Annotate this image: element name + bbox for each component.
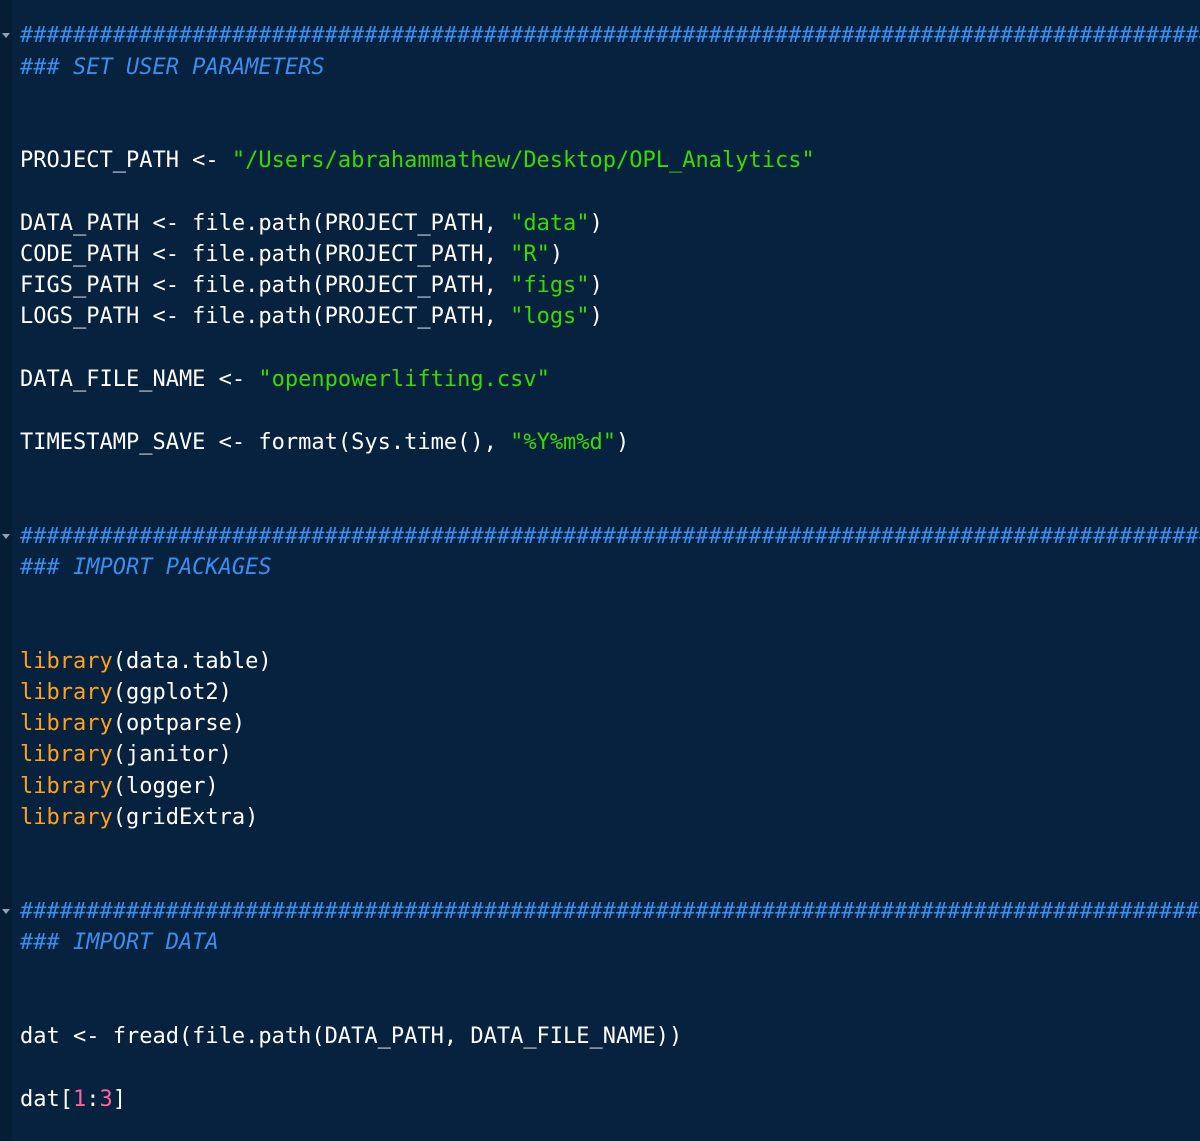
string-literal: "R" — [510, 242, 550, 267]
code-token: (optparse) — [112, 711, 246, 736]
code-token: ) — [589, 211, 603, 236]
section-divider: ########################################… — [20, 896, 1200, 927]
section-divider-text: ########################################… — [20, 899, 1200, 924]
library-data-table-line: library(data.table) — [20, 646, 272, 677]
logs-path-line: LOGS_PATH <- file.path(PROJECT_PATH, "lo… — [20, 301, 603, 332]
number-literal: 3 — [99, 1087, 113, 1112]
code-token: (data.table) — [112, 649, 272, 674]
function-keyword: library — [20, 680, 113, 705]
code-token: (janitor) — [112, 742, 232, 767]
function-keyword: library — [20, 774, 113, 799]
fold-arrow-icon[interactable] — [2, 534, 10, 539]
section-divider: ########################################… — [20, 20, 1200, 51]
code-path-line: CODE_PATH <- file.path(PROJECT_PATH, "R"… — [20, 239, 563, 270]
string-literal: "openpowerlifting.csv" — [258, 367, 550, 392]
function-keyword: library — [20, 649, 113, 674]
fold-arrow-icon[interactable] — [2, 909, 10, 914]
section-heading: ### IMPORT DATA — [20, 930, 219, 955]
code-token: : — [86, 1087, 100, 1112]
library-janitor-line: library(janitor) — [20, 739, 232, 770]
function-keyword: library — [20, 742, 113, 767]
code-token: (ggplot2) — [112, 680, 232, 705]
code-token: ) — [616, 430, 630, 455]
library-logger-line: library(logger) — [20, 771, 219, 802]
string-literal: "/Users/abrahammathew/Desktop/OPL_Analyt… — [231, 148, 815, 173]
number-literal: 1 — [72, 1087, 87, 1112]
data-path-line: DATA_PATH <- file.path(PROJECT_PATH, "da… — [20, 208, 603, 239]
code-token: (logger) — [112, 774, 219, 799]
library-ggplot2-line: library(ggplot2) — [20, 677, 232, 708]
code-token: LOGS_PATH <- file.path(PROJECT_PATH, — [20, 304, 511, 329]
string-literal: "logs" — [510, 304, 590, 329]
code-token: CODE_PATH <- file.path(PROJECT_PATH, — [20, 242, 511, 267]
code-token: DATA_PATH <- file.path(PROJECT_PATH, — [20, 211, 511, 236]
string-literal: "figs" — [510, 273, 590, 298]
editor-gutter — [0, 0, 12, 1141]
code-token: ] — [112, 1087, 126, 1112]
library-gridextra-line: library(gridExtra) — [20, 802, 258, 833]
timestamp-save-line: TIMESTAMP_SAVE <- format(Sys.time(), "%Y… — [20, 427, 629, 458]
code-token: ) — [549, 242, 564, 267]
section-divider-text: ########################################… — [20, 524, 1200, 549]
section-divider-text: ########################################… — [20, 23, 1200, 48]
code-token: dat <- fread(file.path(DATA_PATH, DATA_F… — [20, 1024, 683, 1049]
code-token: ) — [589, 304, 603, 329]
fold-arrow-icon[interactable] — [2, 33, 10, 38]
project-path-line: PROJECT_PATH <- "/Users/abrahammathew/De… — [20, 145, 815, 176]
section-heading: ### SET USER PARAMETERS — [20, 55, 325, 80]
code-editor[interactable]: ########################################… — [0, 0, 1200, 1141]
code-token: PROJECT_PATH <- — [20, 148, 232, 173]
data-file-name-line: DATA_FILE_NAME <- "openpowerlifting.csv" — [20, 364, 550, 395]
string-literal: "data" — [510, 211, 590, 236]
code-token: DATA_FILE_NAME <- — [20, 367, 259, 392]
function-keyword: library — [20, 805, 113, 830]
code-token: TIMESTAMP_SAVE <- format(Sys.time(), — [20, 430, 511, 455]
fread-line: dat <- fread(file.path(DATA_PATH, DATA_F… — [20, 1021, 682, 1052]
code-area[interactable]: ########################################… — [20, 0, 1200, 1141]
function-keyword: library — [20, 711, 113, 736]
figs-path-line: FIGS_PATH <- file.path(PROJECT_PATH, "fi… — [20, 270, 603, 301]
code-token: FIGS_PATH <- file.path(PROJECT_PATH, — [20, 273, 511, 298]
section-heading: ### IMPORT PACKAGES — [20, 555, 272, 580]
library-optparse-line: library(optparse) — [20, 708, 245, 739]
code-token: ) — [589, 273, 603, 298]
string-literal: "%Y%m%d" — [510, 430, 617, 455]
section-divider: ########################################… — [20, 521, 1200, 552]
code-token: (gridExtra) — [112, 805, 259, 830]
dat-subset-line: dat[1:3] — [20, 1084, 126, 1115]
code-token: dat[ — [20, 1087, 73, 1112]
